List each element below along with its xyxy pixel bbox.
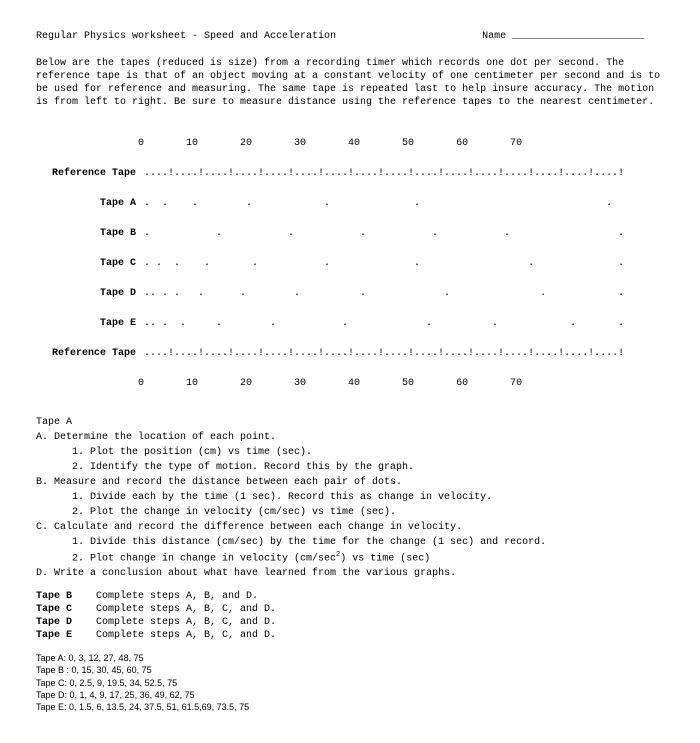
- step-a-head: A. Determine the location of each point.: [36, 431, 664, 444]
- tape-dots: . . . . . . .: [144, 228, 624, 239]
- tape-steps-table: Tape BComplete steps A, B, and D. Tape C…: [36, 590, 664, 642]
- data-row: Tape A: 0, 3, 12, 27, 48, 75: [36, 652, 664, 664]
- tape-label: Tape E: [36, 629, 96, 642]
- worksheet-title: Regular Physics worksheet - Speed and Ac…: [36, 31, 336, 42]
- tape-e-row: Tape E.. . . . . . . . . .: [36, 316, 664, 331]
- tape-step-text: Complete steps A, B, C, and D.: [96, 630, 276, 641]
- tape-dots: . . . . . . .: [144, 198, 612, 209]
- step-b-head: B. Measure and record the distance betwe…: [36, 476, 664, 489]
- tape-step-text: Complete steps A, B, and D.: [96, 591, 258, 602]
- tape-d-steps: Tape DComplete steps A, B, C, and D.: [36, 616, 664, 629]
- tape-a-heading: Tape A: [36, 416, 664, 429]
- tape-dots: .. . . . . . . . . .: [144, 288, 624, 299]
- tape-b-row: Tape B. . . . . . .: [36, 226, 664, 241]
- intro-paragraph: Below are the tapes (reduced is size) fr…: [36, 57, 664, 109]
- tape-dots: .. . . . . . . . . .: [144, 318, 624, 329]
- ruler-numbers-top: 0 10 20 30 40 50 60 70: [36, 136, 664, 151]
- step-b-2: 2. Plot the change in velocity (cm/sec) …: [36, 506, 664, 519]
- header: Regular Physics worksheet - Speed and Ac…: [36, 30, 664, 43]
- data-row: Tape D: 0, 1, 4, 9, 17, 25, 36, 49, 62, …: [36, 689, 664, 701]
- step-d: D. Write a conclusion about what have le…: [36, 567, 664, 580]
- instructions: Tape A A. Determine the location of each…: [36, 416, 664, 580]
- ref-tape-label: Reference Tape: [36, 346, 144, 361]
- step-c-2b: ) vs time (sec): [340, 553, 430, 564]
- data-points-list: Tape A: 0, 3, 12, 27, 48, 75 Tape B : 0,…: [36, 652, 664, 713]
- step-c-head: C. Calculate and record the difference b…: [36, 521, 664, 534]
- data-row: Tape E: 0, 1.5, 6, 13.5, 24, 37.5, 51, 6…: [36, 701, 664, 713]
- tape-a-row: Tape A. . . . . . .: [36, 196, 664, 211]
- step-a-2: 2. Identify the type of motion. Record t…: [36, 461, 664, 474]
- tape-label: Tape C: [36, 603, 96, 616]
- tape-c-row: Tape C. . . . . . . . .: [36, 256, 664, 271]
- tape-label: Tape B: [36, 590, 96, 603]
- tape-label: Tape C: [36, 256, 144, 271]
- tape-step-text: Complete steps A, B, C, and D.: [96, 604, 276, 615]
- tape-diagram: 0 10 20 30 40 50 60 70 Reference Tape...…: [36, 121, 664, 406]
- step-c-1: 1. Divide this distance (cm/sec) by the …: [36, 536, 664, 549]
- ref-tape-pattern: ....!....!....!....!....!....!....!....!…: [144, 168, 624, 179]
- ref-tape-label: Reference Tape: [36, 166, 144, 181]
- step-c-2a: 2. Plot change in change in velocity (cm…: [72, 553, 336, 564]
- tape-step-text: Complete steps A, B, C, and D.: [96, 617, 276, 628]
- step-c-2: 2. Plot change in change in velocity (cm…: [36, 551, 664, 565]
- tape-label: Tape D: [36, 286, 144, 301]
- data-row: Tape B : 0, 15, 30, 45, 60, 75: [36, 664, 664, 676]
- name-blank-line: ______________________: [512, 31, 644, 42]
- step-b-1: 1. Divide each by the time (1 sec). Reco…: [36, 491, 664, 504]
- tape-d-row: Tape D.. . . . . . . . . .: [36, 286, 664, 301]
- ruler-numbers-bottom: 0 10 20 30 40 50 60 70: [36, 376, 664, 391]
- name-label: Name: [482, 31, 506, 42]
- tape-e-steps: Tape EComplete steps A, B, C, and D.: [36, 629, 664, 642]
- tape-label: Tape E: [36, 316, 144, 331]
- tape-label: Tape B: [36, 226, 144, 241]
- tape-c-steps: Tape CComplete steps A, B, C, and D.: [36, 603, 664, 616]
- data-row: Tape C: 0, 2.5, 9, 19.5, 34, 52.5, 75: [36, 677, 664, 689]
- tape-label: Tape A: [36, 196, 144, 211]
- reference-tape-bottom: Reference Tape....!....!....!....!....!.…: [36, 346, 664, 361]
- tape-label: Tape D: [36, 616, 96, 629]
- tape-dots: . . . . . . . . .: [144, 258, 624, 269]
- reference-tape-top: Reference Tape....!....!....!....!....!.…: [36, 166, 664, 181]
- ref-tape-pattern: ....!....!....!....!....!....!....!....!…: [144, 348, 624, 359]
- tape-b-steps: Tape BComplete steps A, B, and D.: [36, 590, 664, 603]
- step-a-1: 1. Plot the position (cm) vs time (sec).: [36, 446, 664, 459]
